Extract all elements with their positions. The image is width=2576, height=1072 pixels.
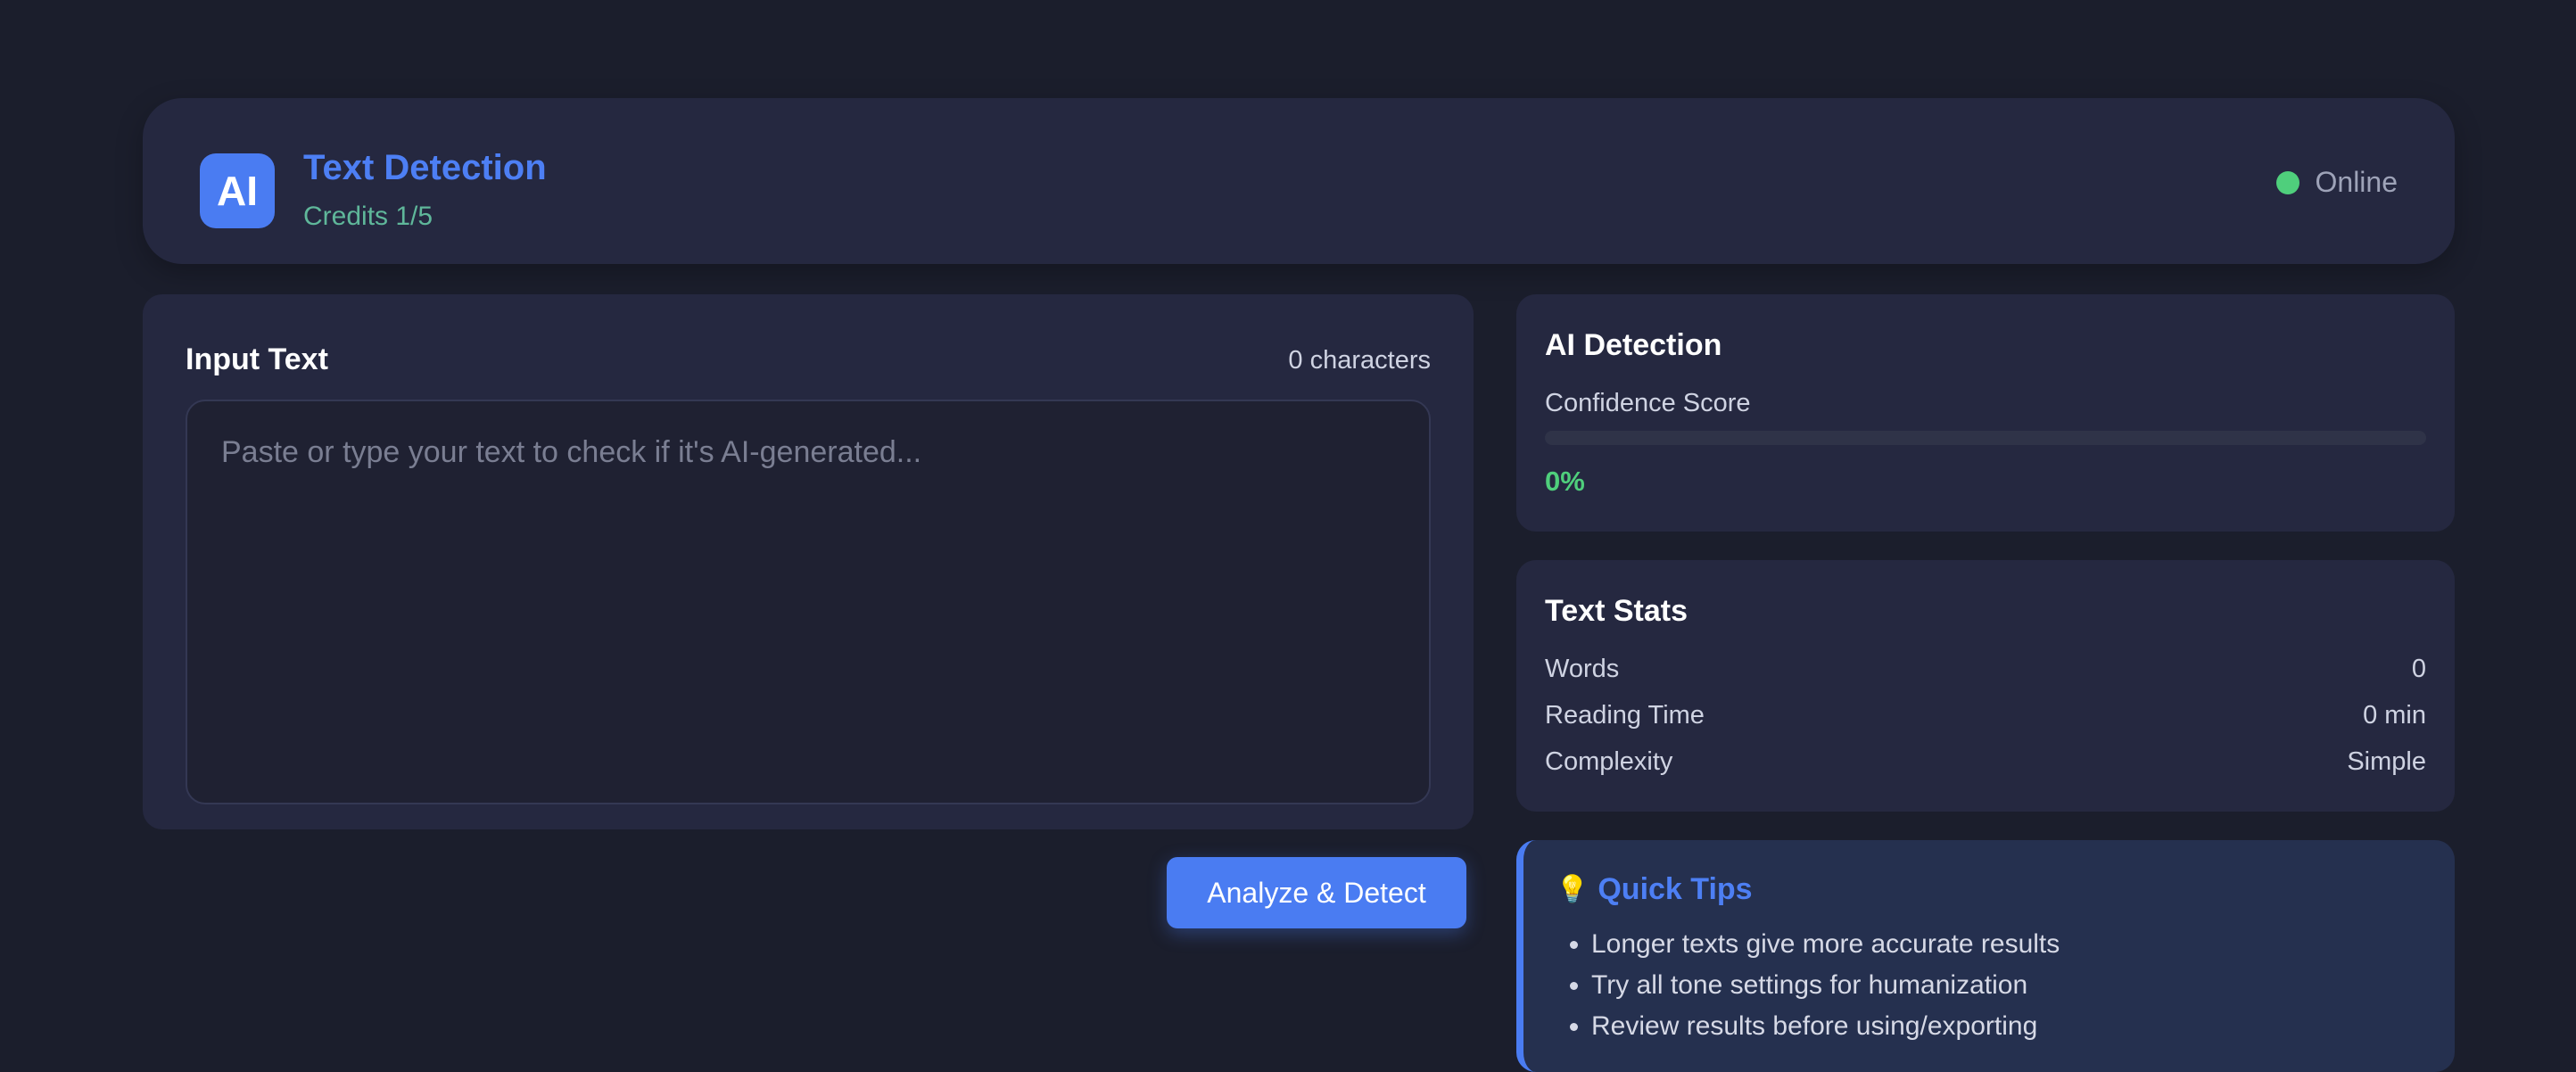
confidence-value: 0%: [1545, 466, 1585, 497]
app-header: AI Text Detection Credits 1/5 Online: [143, 98, 2455, 264]
tips-title: Quick Tips: [1598, 872, 1753, 906]
online-dot-icon: [2275, 170, 2299, 194]
stat-value: 0: [2411, 655, 2426, 683]
stat-row-complexity: Complexity Simple: [1545, 747, 2426, 777]
stat-row-reading-time: Reading Time 0 min: [1545, 701, 2426, 730]
stat-label: Reading Time: [1545, 701, 1705, 730]
analyze-detect-button[interactable]: Analyze & Detect: [1167, 857, 1466, 928]
stat-value: Simple: [2347, 747, 2426, 776]
ai-detection-panel: AI Detection Confidence Score 0%: [1516, 294, 2455, 532]
stat-label: Complexity: [1545, 747, 1673, 776]
quick-tips-panel: 💡 Quick Tips Longer texts give more accu…: [1516, 840, 2455, 1072]
status-indicator: Online: [2275, 166, 2398, 199]
logo-icon: AI: [200, 153, 275, 228]
confidence-progress-bar: [1545, 431, 2426, 445]
app-title: Text Detection: [303, 148, 547, 187]
status-label: Online: [2315, 166, 2398, 198]
confidence-label: Confidence Score: [1545, 389, 1751, 417]
stats-title: Text Stats: [1545, 594, 1688, 628]
tip-item: Review results before using/exporting: [1591, 1006, 2060, 1047]
credits-counter: Credits 1/5: [303, 202, 433, 231]
tips-header: 💡 Quick Tips: [1556, 872, 1753, 907]
detection-title: AI Detection: [1545, 328, 1722, 362]
input-title: Input Text: [186, 342, 328, 376]
input-panel: Input Text 0 characters: [143, 294, 1474, 829]
stat-value: 0 min: [2363, 701, 2426, 730]
lightbulb-icon: 💡: [1556, 875, 1589, 904]
stat-row-words: Words 0: [1545, 655, 2426, 684]
tip-item: Try all tone settings for humanization: [1591, 965, 2060, 1006]
stat-label: Words: [1545, 655, 1620, 683]
tip-item: Longer texts give more accurate results: [1591, 924, 2060, 965]
tips-list: Longer texts give more accurate results …: [1559, 924, 2060, 1047]
character-count: 0 characters: [1288, 346, 1431, 375]
text-stats-panel: Text Stats Words 0 Reading Time 0 min Co…: [1516, 560, 2455, 812]
text-input[interactable]: [186, 400, 1431, 804]
